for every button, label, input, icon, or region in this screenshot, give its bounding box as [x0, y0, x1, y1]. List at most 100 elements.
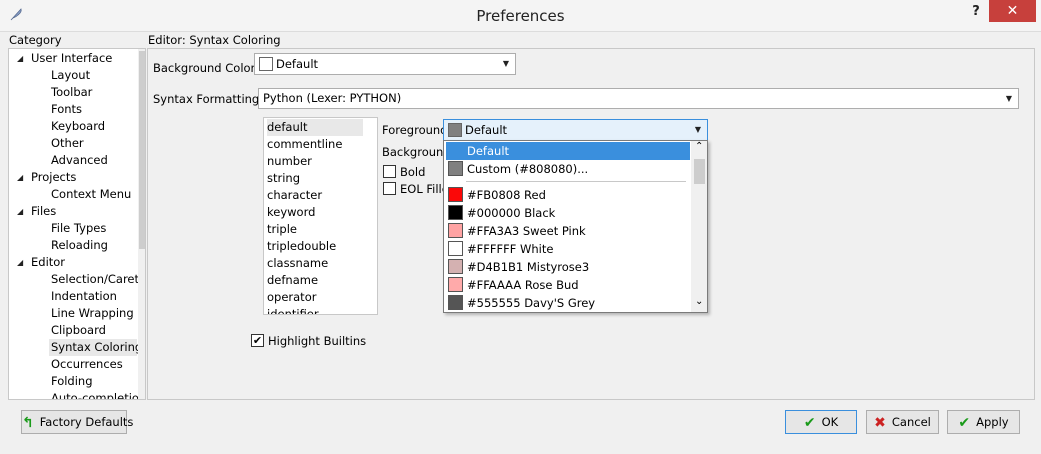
foreground-combo[interactable]: Default ▼: [443, 119, 708, 141]
bold-checkbox[interactable]: [383, 165, 396, 178]
tree-item-label: Editor: [31, 255, 66, 269]
ok-button[interactable]: ✔ OK: [785, 410, 857, 434]
tree-item[interactable]: ◢ Files: [11, 203, 137, 220]
expand-triangle-icon[interactable]: ◢: [17, 203, 23, 220]
tree-item-label: Context Menu: [51, 187, 132, 201]
eol-filled-checkbox[interactable]: [383, 182, 396, 195]
tree-item[interactable]: Keyboard: [49, 118, 137, 135]
syntax-formatting-label: Syntax Formatting: [153, 92, 260, 106]
style-list-item[interactable]: default: [267, 119, 363, 136]
background-color-combo[interactable]: Default ▼: [254, 53, 516, 75]
check-icon: ✔: [803, 414, 816, 431]
chevron-down-icon: ▼: [502, 59, 509, 68]
highlight-builtins-checkbox[interactable]: ✔: [251, 334, 264, 347]
tree-item-label: Fonts: [51, 102, 83, 116]
tree-item[interactable]: ◢ User Interface: [11, 50, 137, 67]
style-list-item[interactable]: string: [267, 170, 300, 187]
tree-item[interactable]: Context Menu: [49, 186, 137, 203]
tree-item-label: Syntax Coloring: [51, 340, 143, 354]
tree-item-label: File Types: [51, 221, 107, 235]
expand-triangle-icon[interactable]: ◢: [17, 169, 23, 186]
style-list-item[interactable]: classname: [267, 255, 328, 272]
style-list-item[interactable]: tripledouble: [267, 238, 336, 255]
tree-item-label: Layout: [51, 68, 91, 82]
style-list-item[interactable]: identifier: [267, 306, 319, 314]
dropdown-item[interactable]: #D4B1B1 Mistyrose3: [446, 258, 690, 276]
tree-item[interactable]: Indentation: [49, 288, 137, 305]
dropdown-item-label: #FFA3A3 Sweet Pink: [467, 224, 586, 238]
scroll-down-icon[interactable]: ⌄: [695, 296, 703, 307]
foreground-dropdown-list[interactable]: Default Custom (#808080)... #FB0808 Red #00…: [443, 140, 708, 313]
tree-item-label: Other: [51, 136, 84, 150]
tree-item[interactable]: Folding: [49, 373, 137, 390]
style-list[interactable]: default commentline number string character k…: [263, 117, 378, 315]
tree-item[interactable]: Toolbar: [49, 84, 137, 101]
tree-item[interactable]: Advanced: [49, 152, 137, 169]
factory-defaults-button[interactable]: ↰ Factory Defaults: [21, 410, 133, 434]
dropdown-scrollbar-thumb[interactable]: [694, 159, 705, 184]
dropdown-separator: [466, 181, 686, 182]
tree-scrollbar-thumb[interactable]: [139, 51, 145, 249]
style-list-item[interactable]: character: [267, 187, 322, 204]
scroll-up-icon[interactable]: ⌃: [695, 141, 703, 152]
tree-item-label: Clipboard: [51, 323, 106, 337]
panel-title: Editor: Syntax Coloring: [148, 33, 281, 47]
tree-item[interactable]: Auto-completion: [49, 390, 145, 399]
tree-item-label: Indentation: [51, 289, 117, 303]
tree-item[interactable]: Reloading: [49, 237, 137, 254]
category-label: Category: [9, 33, 62, 47]
expand-triangle-icon[interactable]: ◢: [17, 254, 23, 271]
expand-triangle-icon[interactable]: ◢: [17, 50, 23, 67]
dropdown-item[interactable]: #FFAAAA Rose Bud: [446, 276, 690, 294]
category-tree[interactable]: ◢ User Interface Layout Toolbar Fonts Keyboar…: [8, 48, 146, 400]
background-color-label: Background Color: [153, 61, 256, 75]
background-color-swatch: [259, 56, 273, 71]
dropdown-item[interactable]: #FB0808 Red: [446, 186, 690, 204]
tree-item[interactable]: Layout: [49, 67, 137, 84]
help-button[interactable]: ?: [966, 4, 986, 22]
tree-item[interactable]: Occurrences: [49, 356, 137, 373]
style-list-item[interactable]: defname: [267, 272, 318, 289]
foreground-value: Default: [465, 123, 508, 137]
tree-item-label: Folding: [51, 374, 93, 388]
style-list-item[interactable]: keyword: [267, 204, 315, 221]
dropdown-item-label: #FB0808 Red: [467, 188, 546, 202]
dropdown-item[interactable]: #555555 Davy'S Grey: [446, 294, 690, 312]
style-list-item[interactable]: operator: [267, 289, 316, 306]
tree-item[interactable]: Other: [49, 135, 137, 152]
color-swatch: [448, 258, 463, 274]
window-title: Preferences: [476, 7, 565, 25]
tree-item[interactable]: Clipboard: [49, 322, 137, 339]
dropdown-scrollbar[interactable]: ⌃ ⌄: [691, 141, 707, 312]
tree-item-label: Auto-completion: [51, 391, 146, 400]
undo-arrow-icon: ↰: [22, 414, 34, 431]
close-button[interactable]: ✕: [989, 0, 1036, 22]
apply-button[interactable]: ✔ Apply: [947, 410, 1020, 434]
tree-item[interactable]: ◢ Editor: [11, 254, 137, 271]
tree-item[interactable]: Selection/Caret: [49, 271, 139, 288]
apply-label: Apply: [976, 415, 1009, 429]
color-swatch: [448, 222, 463, 238]
tree-item-label: Occurrences: [51, 357, 123, 371]
cancel-button[interactable]: ✖ Cancel: [866, 410, 939, 434]
tree-item[interactable]: ◢ Projects: [11, 169, 137, 186]
dropdown-item[interactable]: #FFA3A3 Sweet Pink: [446, 222, 690, 240]
style-list-item[interactable]: triple: [267, 221, 297, 238]
dropdown-item[interactable]: Custom (#808080)...: [446, 160, 690, 178]
style-list-item[interactable]: commentline: [267, 136, 342, 153]
dropdown-item-label: Custom (#808080)...: [467, 162, 589, 176]
tree-item[interactable]: Line Wrapping: [49, 305, 137, 322]
tree-item-label: User Interface: [31, 51, 113, 65]
tree-item[interactable]: Syntax Coloring: [49, 339, 142, 356]
factory-defaults-label: Factory Defaults: [39, 415, 134, 429]
color-swatch: [448, 276, 463, 292]
dropdown-item[interactable]: #FFFFFF White: [446, 240, 690, 258]
chevron-down-icon: ▼: [1005, 94, 1012, 103]
syntax-formatting-combo[interactable]: Python (Lexer: PYTHON) ▼: [258, 88, 1019, 109]
dropdown-item[interactable]: Default: [446, 142, 690, 160]
tree-scrollbar[interactable]: [138, 49, 145, 399]
dropdown-item[interactable]: #000000 Black: [446, 204, 690, 222]
tree-item[interactable]: Fonts: [49, 101, 137, 118]
tree-item[interactable]: File Types: [49, 220, 137, 237]
style-list-item[interactable]: number: [267, 153, 312, 170]
